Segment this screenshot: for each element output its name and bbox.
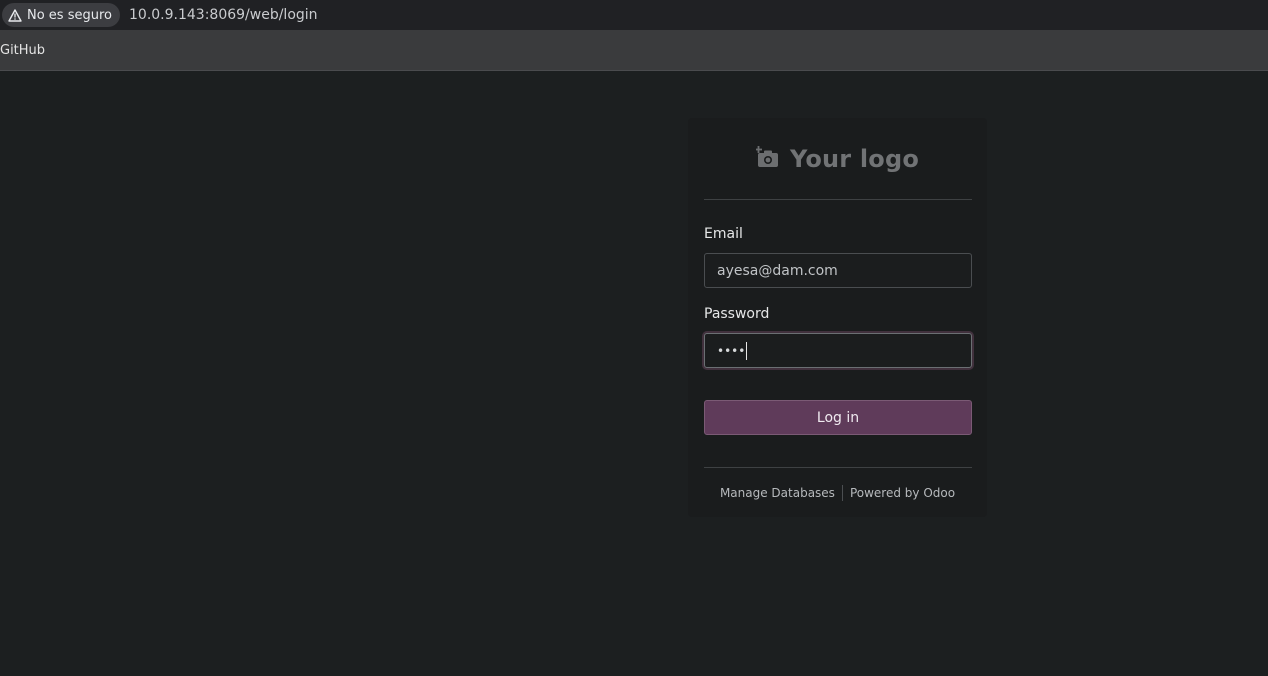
email-label: Email	[704, 226, 743, 242]
odoo-link[interactable]: Odoo	[923, 486, 955, 500]
bookmarks-bar: GitHub	[0, 30, 1268, 71]
url-text[interactable]: 10.0.9.143:8069/web/login	[129, 7, 318, 23]
password-label: Password	[704, 306, 770, 322]
bookmark-github[interactable]: GitHub	[0, 43, 45, 58]
security-label: No es seguro	[27, 7, 112, 23]
manage-databases-link[interactable]: Manage Databases	[720, 486, 835, 500]
warning-triangle-icon	[8, 8, 22, 22]
logo-text: Your logo	[789, 144, 920, 173]
login-button[interactable]: Log in	[704, 400, 972, 435]
camera-plus-icon	[754, 145, 780, 172]
powered-by-text: Powered by Odoo	[850, 486, 955, 500]
password-field[interactable]: ••••	[704, 333, 972, 368]
security-indicator[interactable]: No es seguro	[2, 3, 120, 27]
company-logo: Your logo	[688, 118, 987, 199]
divider	[704, 467, 972, 468]
login-card: Your logo Email ayesa@dam.com Password •…	[688, 118, 987, 517]
email-value: ayesa@dam.com	[717, 262, 838, 279]
text-caret	[746, 341, 748, 360]
divider	[704, 199, 972, 200]
login-footer: Manage Databases Powered by Odoo	[688, 484, 987, 502]
footer-separator	[841, 485, 843, 501]
email-field[interactable]: ayesa@dam.com	[704, 253, 972, 288]
browser-address-bar: No es seguro 10.0.9.143:8069/web/login	[0, 0, 1268, 30]
powered-by-prefix: Powered by	[849, 486, 924, 500]
password-masked-value: ••••	[717, 343, 746, 358]
